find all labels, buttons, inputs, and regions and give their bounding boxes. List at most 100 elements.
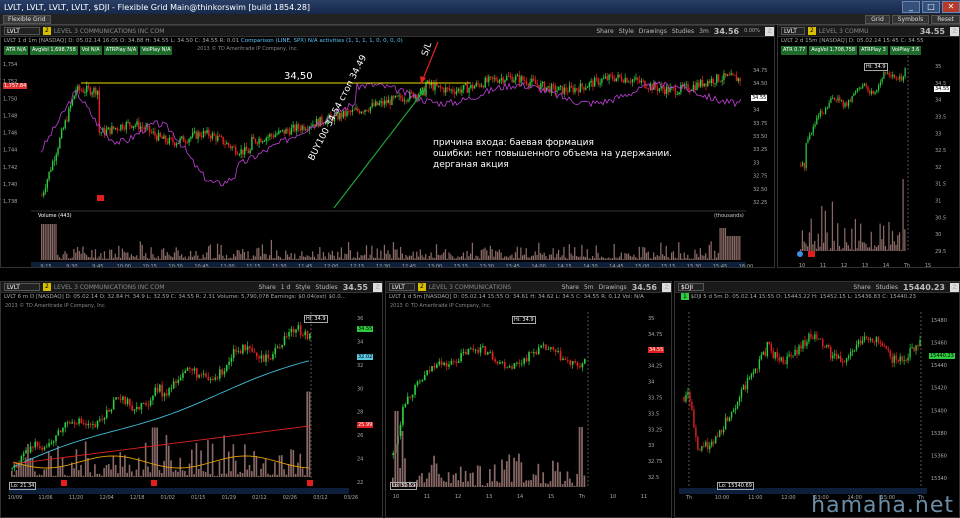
volume-bar	[102, 258, 104, 260]
volume-bar	[111, 249, 113, 260]
volume-bar	[98, 256, 100, 260]
close-button[interactable]: ✕	[942, 1, 960, 13]
low-label: Lo: 32.59	[390, 482, 418, 490]
volume-bar	[642, 246, 644, 260]
volume-bar	[583, 475, 586, 487]
volume-bar	[532, 255, 535, 260]
candle-body	[77, 85, 79, 91]
candle-body	[841, 361, 844, 363]
grid-button[interactable]: Grid	[865, 14, 890, 24]
compare-axis-tick: 1,748	[3, 113, 17, 119]
candle-body	[508, 366, 511, 368]
candle-body	[694, 85, 696, 90]
volume-bar	[44, 224, 46, 260]
volume-bar	[399, 246, 402, 260]
time-axis-tick: 13:45	[505, 264, 519, 268]
volume-bar	[77, 470, 80, 477]
time-axis-tick: 12:45	[402, 264, 416, 268]
chart-panel-dji[interactable]: $DJI Share Studies 15440.23 Z 1 $DJI 5 d…	[674, 281, 960, 518]
candle-body	[50, 442, 53, 444]
candle-body	[855, 344, 858, 350]
volume-bar	[599, 258, 601, 260]
candle-body	[861, 340, 864, 344]
volume-bar	[186, 258, 188, 260]
candle-body	[64, 422, 67, 428]
candle-body	[736, 402, 739, 409]
volume-bar	[516, 246, 518, 260]
candle-body	[901, 356, 903, 361]
candle-body	[888, 72, 890, 76]
volume-bar	[592, 255, 594, 260]
reset-button[interactable]: Reset	[931, 14, 960, 24]
volume-bar	[60, 258, 62, 260]
volume-bar	[73, 249, 75, 260]
price-axis-tick: 29.5	[935, 249, 946, 255]
candle-body	[251, 136, 253, 150]
volume-bar	[484, 485, 486, 487]
candle-body	[367, 110, 370, 112]
chart-panel-2day[interactable]: LVLT 2 LEVEL 3 COMMU 34.55 Z LVLT 2 d 15…	[777, 25, 960, 268]
candle-body	[115, 397, 117, 400]
candle-body	[138, 121, 140, 130]
candle-body	[55, 435, 57, 442]
volume-bar	[631, 256, 633, 260]
volume-bar	[340, 247, 342, 260]
volume-bar	[233, 253, 235, 260]
volume-bar	[583, 256, 585, 260]
volume-bar	[107, 464, 110, 477]
volume-bar	[202, 254, 204, 260]
time-axis-tick: 01/29	[222, 495, 236, 501]
candle-body	[143, 127, 145, 130]
price-axis-tick: 34.25	[648, 364, 662, 370]
candle-body	[401, 98, 404, 102]
volume-bar	[886, 249, 888, 251]
candle-body	[851, 351, 854, 352]
volume-bar	[64, 251, 66, 260]
candle-body	[714, 83, 716, 84]
candle-body	[439, 85, 442, 88]
volume-bar	[434, 258, 436, 260]
volume-bar	[461, 256, 463, 260]
candle-body	[114, 127, 117, 129]
candle-body	[506, 76, 508, 81]
volume-bar	[119, 452, 122, 477]
candle-body	[122, 396, 124, 400]
tab-flexible-grid[interactable]: Flexible Grid	[3, 14, 51, 24]
candle-body	[301, 125, 303, 131]
volume-bar	[41, 224, 43, 260]
candle-body	[685, 394, 687, 402]
time-axis-tick: 15:30	[687, 264, 701, 268]
volume-bar	[835, 249, 837, 251]
volume-bar	[452, 256, 454, 260]
maximize-button[interactable]: □	[922, 1, 940, 13]
volume-bar	[717, 252, 719, 260]
minimize-button[interactable]: _	[902, 1, 920, 13]
volume-bar	[858, 240, 860, 251]
volume-bar	[423, 257, 425, 260]
candle-body	[511, 76, 513, 83]
chart-panel-daily[interactable]: LVLT 2 LEVEL 3 COMMUNICATIONS INC COM Sh…	[0, 281, 383, 518]
symbols-button[interactable]: Symbols	[891, 14, 930, 24]
candle-body	[110, 409, 113, 412]
candle-body	[597, 78, 600, 85]
time-axis-tick: 01/15	[191, 495, 205, 501]
time-axis-tick: 12:00	[324, 264, 338, 268]
candle-body	[50, 170, 52, 172]
price-axis-tick: 33.25	[753, 147, 767, 153]
candle-body	[489, 352, 492, 353]
time-axis-tick: 14	[883, 263, 889, 268]
candle-body	[633, 79, 635, 81]
window-title-bar: LVLT, LVLT, LVLT, LVLT, $DJI - Flexible …	[0, 0, 960, 14]
candle-body	[260, 138, 262, 143]
event-icon	[97, 195, 104, 201]
candle-body	[855, 91, 857, 94]
candle-body	[214, 377, 217, 380]
volume-bar	[467, 481, 469, 487]
volume-bar	[444, 249, 447, 260]
volume-bar	[863, 242, 865, 251]
candle-body	[281, 344, 283, 348]
volume-bar	[574, 247, 576, 260]
chart-panel-intraday[interactable]: LVLT 2 LEVEL 3 COMMUNICATIONS INC COM Sh…	[0, 25, 775, 268]
chart-panel-5min[interactable]: LVLT 2 LEVEL 3 COMMUNICATIONS Share 5m D…	[385, 281, 672, 518]
candle-body	[691, 401, 693, 410]
